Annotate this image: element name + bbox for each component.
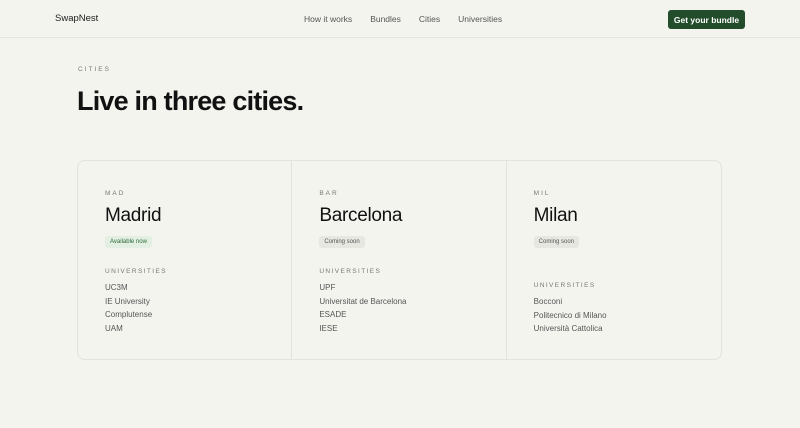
city-name: Milan bbox=[533, 205, 578, 226]
status-badge: Coming soon bbox=[533, 236, 580, 248]
city-name: Madrid bbox=[105, 205, 162, 226]
list-item: Universitat de Barcelona bbox=[319, 296, 407, 306]
city-card-madrid: MAD Madrid Available now UNIVERSITIES UC… bbox=[78, 161, 293, 359]
city-code: BAR bbox=[319, 190, 339, 197]
get-your-bundle-button[interactable]: Get your bundle bbox=[668, 10, 745, 29]
section-eyebrow: CITIES bbox=[78, 66, 111, 73]
list-item: IE University bbox=[105, 296, 150, 306]
university-list: UC3M IE University Complutense UAM bbox=[105, 281, 291, 335]
city-card-milan: MIL Milan Coming soon UNIVERSITIES Bocco… bbox=[507, 161, 721, 359]
list-item: ESADE bbox=[319, 310, 347, 319]
nav-bundles[interactable]: Bundles bbox=[370, 14, 401, 24]
top-navigation-bar: SwapNest How it works Bundles Cities Uni… bbox=[0, 0, 800, 38]
list-item: Università Cattolica bbox=[533, 324, 603, 333]
nav-how-it-works[interactable]: How it works bbox=[304, 14, 352, 24]
list-item: IESE bbox=[319, 323, 338, 333]
city-code: MAD bbox=[105, 190, 126, 197]
city-name: Barcelona bbox=[319, 205, 403, 226]
status-badge: Coming soon bbox=[319, 236, 365, 248]
nav-universities[interactable]: Universities bbox=[458, 14, 502, 24]
section-title: Live in three cities. bbox=[77, 86, 304, 116]
universities-label: UNIVERSITIES bbox=[105, 268, 167, 275]
main-nav: How it works Bundles Cities Universities bbox=[304, 14, 520, 24]
list-item: Bocconi bbox=[533, 297, 563, 306]
logo[interactable]: SwapNest bbox=[55, 13, 98, 24]
city-code: MIL bbox=[533, 190, 551, 197]
list-item: Politecnico di Milano bbox=[533, 310, 607, 320]
universities-label: UNIVERSITIES bbox=[533, 282, 596, 289]
list-item: UPF bbox=[319, 283, 336, 292]
list-item: UC3M bbox=[105, 283, 128, 292]
university-list: UPF Universitat de Barcelona ESADE IESE bbox=[319, 281, 505, 335]
city-cards: MAD Madrid Available now UNIVERSITIES UC… bbox=[77, 160, 722, 360]
status-badge: Available now bbox=[105, 236, 152, 248]
list-item: UAM bbox=[105, 323, 123, 333]
university-list: Bocconi Politecnico di Milano Università… bbox=[534, 295, 721, 336]
list-item: Complutense bbox=[105, 310, 153, 319]
city-card-barcelona: BAR Barcelona Coming soon UNIVERSITIES U… bbox=[292, 161, 507, 359]
nav-cities[interactable]: Cities bbox=[419, 14, 440, 24]
universities-label: UNIVERSITIES bbox=[319, 268, 382, 275]
